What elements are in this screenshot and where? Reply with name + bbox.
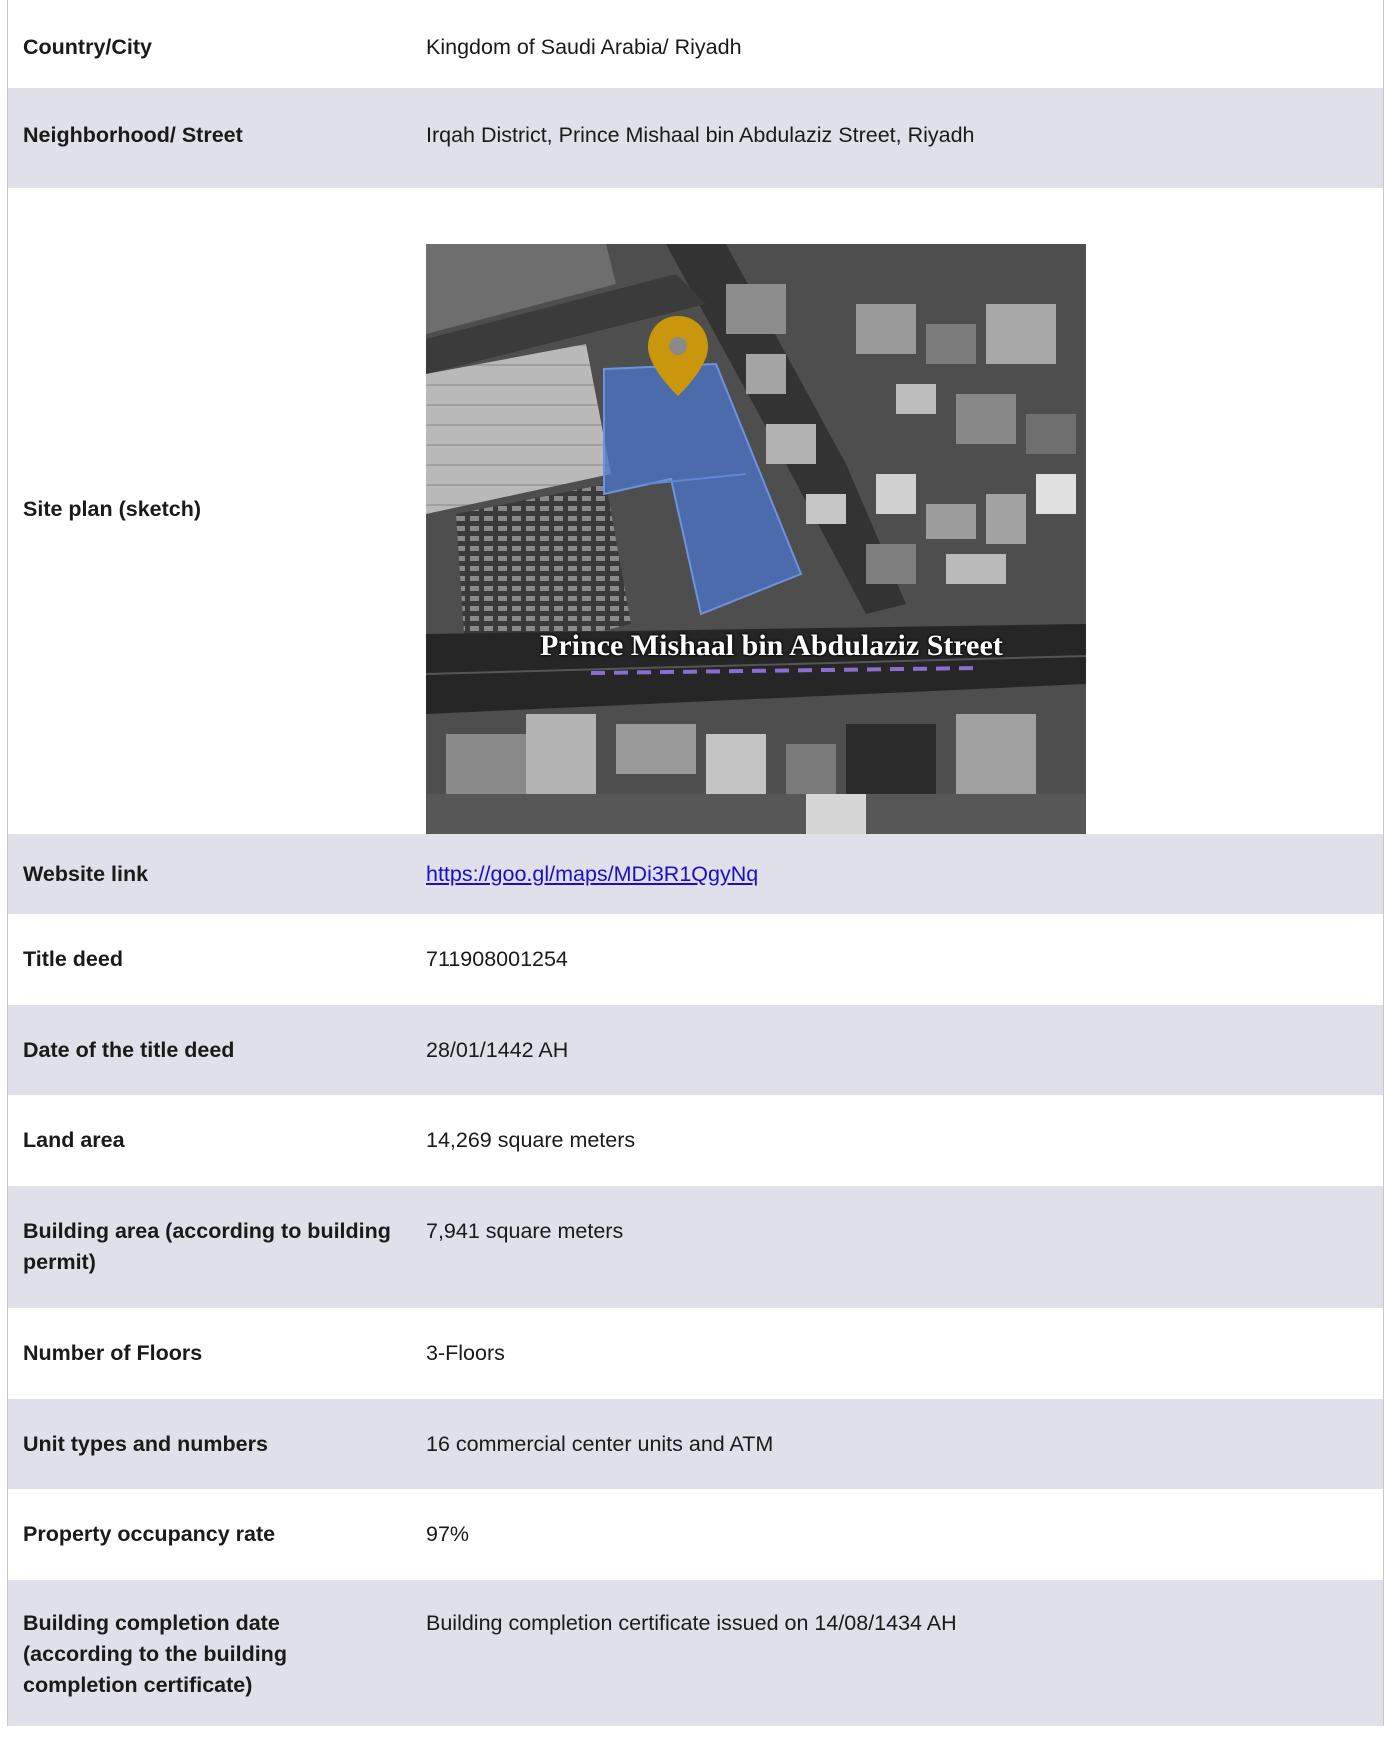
value-unit-types: 16 commercial center units and ATM (426, 1431, 774, 1456)
site-plan-map: Prince Mishaal bin Abdulaziz Street (426, 244, 1086, 834)
satellite-image (426, 244, 1086, 834)
label-title-deed: Title deed (23, 947, 123, 971)
row-unit-types: Unit types and numbers 16 commercial cen… (8, 1399, 1383, 1489)
website-link[interactable]: https://goo.gl/maps/MDi3R1QgyNq (426, 862, 758, 886)
label-country-city: Country/City (23, 35, 152, 59)
label-occupancy-rate: Property occupancy rate (23, 1522, 276, 1546)
row-occupancy-rate: Property occupancy rate 97% (8, 1489, 1383, 1580)
value-completion-date: Building completion certificate issued o… (426, 1611, 957, 1635)
row-country-city: Country/City Kingdom of Saudi Arabia/ Ri… (8, 0, 1383, 88)
property-details-table: Country/City Kingdom of Saudi Arabia/ Ri… (7, 0, 1384, 1726)
site-plan-cell: Prince Mishaal bin Abdulaziz Street (426, 188, 1383, 834)
value-land-area: 14,269 square meters (426, 1128, 636, 1152)
label-land-area: Land area (23, 1128, 125, 1152)
label-neighborhood-street: Neighborhood/ Street (23, 123, 243, 147)
label-building-area: Building area (according to building per… (23, 1219, 391, 1274)
row-neighborhood-street: Neighborhood/ Street Irqah District, Pri… (8, 88, 1383, 188)
value-occupancy-rate: 97% (426, 1522, 470, 1546)
row-website-link: Website link https://goo.gl/maps/MDi3R1Q… (8, 834, 1383, 914)
row-building-area: Building area (according to building per… (8, 1186, 1383, 1308)
value-website-link-cell: https://goo.gl/maps/MDi3R1QgyNq (426, 859, 1383, 890)
label-unit-types: Unit types and numbers (23, 1431, 268, 1456)
label-site-plan: Site plan (sketch) (23, 497, 202, 521)
label-number-of-floors: Number of Floors (23, 1341, 203, 1365)
row-land-area: Land area 14,269 square meters (8, 1095, 1383, 1186)
row-number-of-floors: Number of Floors 3-Floors (8, 1308, 1383, 1399)
map-street-label: Prince Mishaal bin Abdulaziz Street (540, 629, 1003, 662)
row-completion-date: Building completion date (according to t… (8, 1580, 1383, 1726)
value-number-of-floors: 3-Floors (426, 1341, 505, 1365)
label-title-deed-date: Date of the title deed (23, 1037, 235, 1062)
value-country-city: Kingdom of Saudi Arabia/ Riyadh (426, 35, 742, 59)
row-title-deed-date: Date of the title deed 28/01/1442 AH (8, 1005, 1383, 1095)
row-site-plan: Site plan (sketch) Prince Mishaal bin Ab… (8, 188, 1383, 834)
value-building-area: 7,941 square meters (426, 1219, 624, 1243)
label-website-link: Website link (23, 861, 149, 886)
value-title-deed: 711908001254 (426, 947, 568, 971)
value-title-deed-date: 28/01/1442 AH (426, 1037, 569, 1062)
row-title-deed: Title deed 711908001254 (8, 914, 1383, 1005)
value-neighborhood-street: Irqah District, Prince Mishaal bin Abdul… (426, 123, 975, 147)
label-completion-date: Building completion date (according to t… (23, 1611, 287, 1697)
